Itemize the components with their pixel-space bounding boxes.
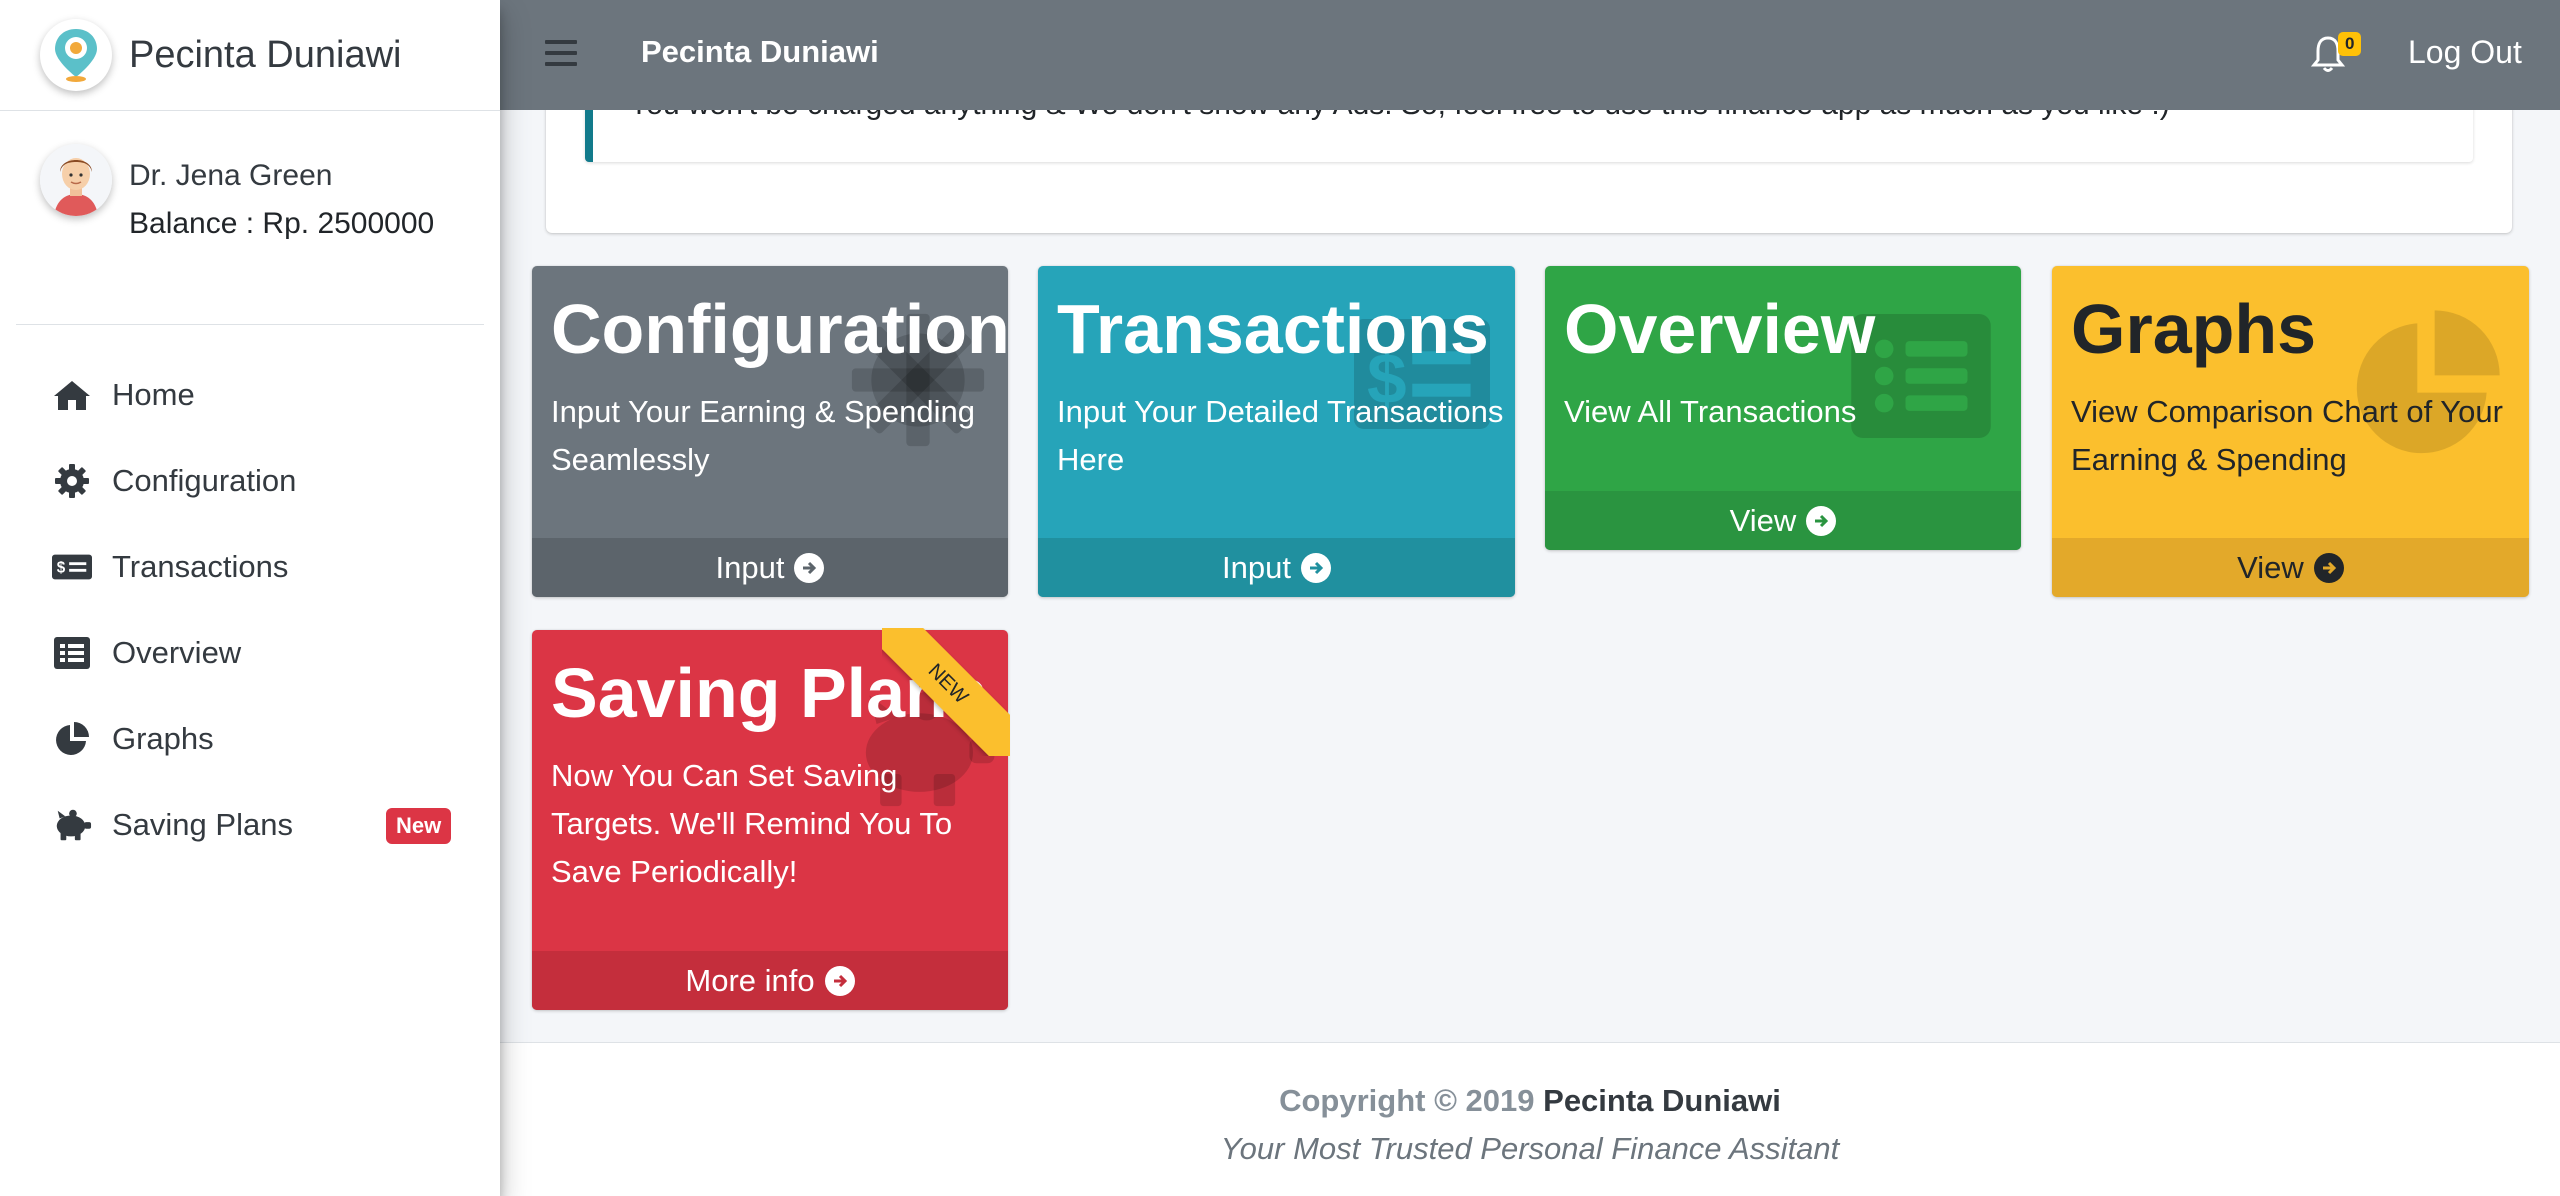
pie-chart-icon <box>52 719 92 759</box>
card-footer-label: View <box>2237 549 2304 585</box>
transactions-input-link[interactable]: Input <box>1038 538 1515 597</box>
graphs-card: Graphs View Comparison Chart of Your Ear… <box>2052 266 2529 597</box>
overview-card: Overview View All Transactions View <box>1545 266 2021 550</box>
home-icon <box>52 375 92 415</box>
menu-toggle-icon[interactable] <box>545 40 577 66</box>
arrow-circle-right-icon <box>1300 552 1331 583</box>
logout-link[interactable]: Log Out <box>2408 34 2522 71</box>
sidebar-item-label: Home <box>112 377 195 412</box>
brand-link[interactable]: Pecinta Duniawi <box>0 0 500 111</box>
brand-name: Pecinta Duniawi <box>129 33 402 76</box>
sidebar-item-overview[interactable]: Overview <box>0 610 500 696</box>
footer-tagline: Your Most Trusted Personal Finance Assit… <box>1220 1131 1840 1166</box>
sidebar-item-label: Configuration <box>112 463 297 498</box>
card-footer-label: Input <box>1222 549 1291 585</box>
sidebar-item-label: Graphs <box>112 721 214 756</box>
card-footer-label: More info <box>685 962 815 998</box>
sidebar-item-saving-plans[interactable]: Saving Plans New <box>0 782 500 868</box>
card-description: Input Your Earning & Spending Seamlessly <box>551 394 976 477</box>
money-check-icon: $ <box>52 547 92 587</box>
card-title: Overview <box>1564 290 1876 368</box>
card-description: View Comparison Chart of Your Earning & … <box>2071 394 2503 477</box>
sidebar-item-configuration[interactable]: Configuration <box>0 438 500 524</box>
user-panel: Dr. Jena Green Balance : Rp. 2500000 <box>16 111 484 325</box>
user-name[interactable]: Dr. Jena Green <box>129 159 332 193</box>
sidebar-item-label: Transactions <box>112 549 289 584</box>
transactions-card: $ Transactions Input Your Detailed Trans… <box>1038 266 1515 597</box>
sidebar-item-label: Overview <box>112 635 242 670</box>
user-avatar-icon[interactable] <box>40 144 112 216</box>
top-navbar: Pecinta Duniawi 0 Log Out <box>500 0 2560 110</box>
arrow-circle-right-icon <box>824 965 855 996</box>
saving-plans-card: NEW Saving Plans Now You Can Set Saving … <box>532 628 1010 1010</box>
overview-view-link[interactable]: View <box>1545 491 2021 550</box>
configuration-input-link[interactable]: Input <box>532 538 1008 597</box>
card-title: Graphs <box>2071 290 2317 368</box>
configuration-card: Configuration Input Your Earning & Spend… <box>532 266 1008 597</box>
ribbon-label: NEW <box>882 628 1010 756</box>
gear-icon <box>52 461 92 501</box>
list-icon <box>52 633 92 673</box>
user-balance: Balance : Rp. 2500000 <box>129 207 435 240</box>
footer-brand-link[interactable]: Pecinta Duniawi <box>1543 1083 1781 1118</box>
piggy-bank-icon <box>52 805 92 845</box>
card-title: Configuration <box>551 290 1008 368</box>
sidebar: Pecinta Duniawi Dr. Jena Green Balance :… <box>0 0 500 1196</box>
copyright-text: Copyright © 2019 Pecinta Duniawi <box>500 1083 2560 1119</box>
svg-text:$: $ <box>57 560 66 577</box>
notification-badge: 0 <box>2338 32 2362 56</box>
location-pin-logo-icon <box>40 19 112 91</box>
card-footer-label: Input <box>715 549 785 585</box>
sidebar-item-graphs[interactable]: Graphs <box>0 696 500 782</box>
sidebar-item-label: Saving Plans <box>112 807 293 842</box>
page-footer: Copyright © 2019 Pecinta Duniawi Your Mo… <box>500 1042 2560 1196</box>
saving-plans-more-info-link[interactable]: More info <box>532 951 1008 1010</box>
sidebar-item-home[interactable]: Home <box>0 352 500 438</box>
card-footer-label: View <box>1729 502 1797 538</box>
new-badge: New <box>386 808 452 844</box>
arrow-circle-right-icon <box>2313 552 2344 583</box>
new-ribbon: NEW <box>882 628 1010 756</box>
card-title: Transactions <box>1057 290 1489 368</box>
arrow-circle-right-icon <box>794 552 825 583</box>
card-description: Input Your Detailed Transactions Here <box>1057 394 1504 477</box>
copyright-label: Copyright © 2019 <box>1279 1083 1535 1118</box>
navbar-title[interactable]: Pecinta Duniawi <box>641 34 879 70</box>
graphs-view-link[interactable]: View <box>2052 538 2529 597</box>
sidebar-item-transactions[interactable]: $ Transactions <box>0 524 500 610</box>
arrow-circle-right-icon <box>1806 505 1837 536</box>
sidebar-nav: Home Configuration $ Transactions Overvi… <box>0 352 500 868</box>
card-description: View All Transactions <box>1564 394 1857 429</box>
card-description: Now You Can Set Saving Targets. We'll Re… <box>551 758 953 889</box>
